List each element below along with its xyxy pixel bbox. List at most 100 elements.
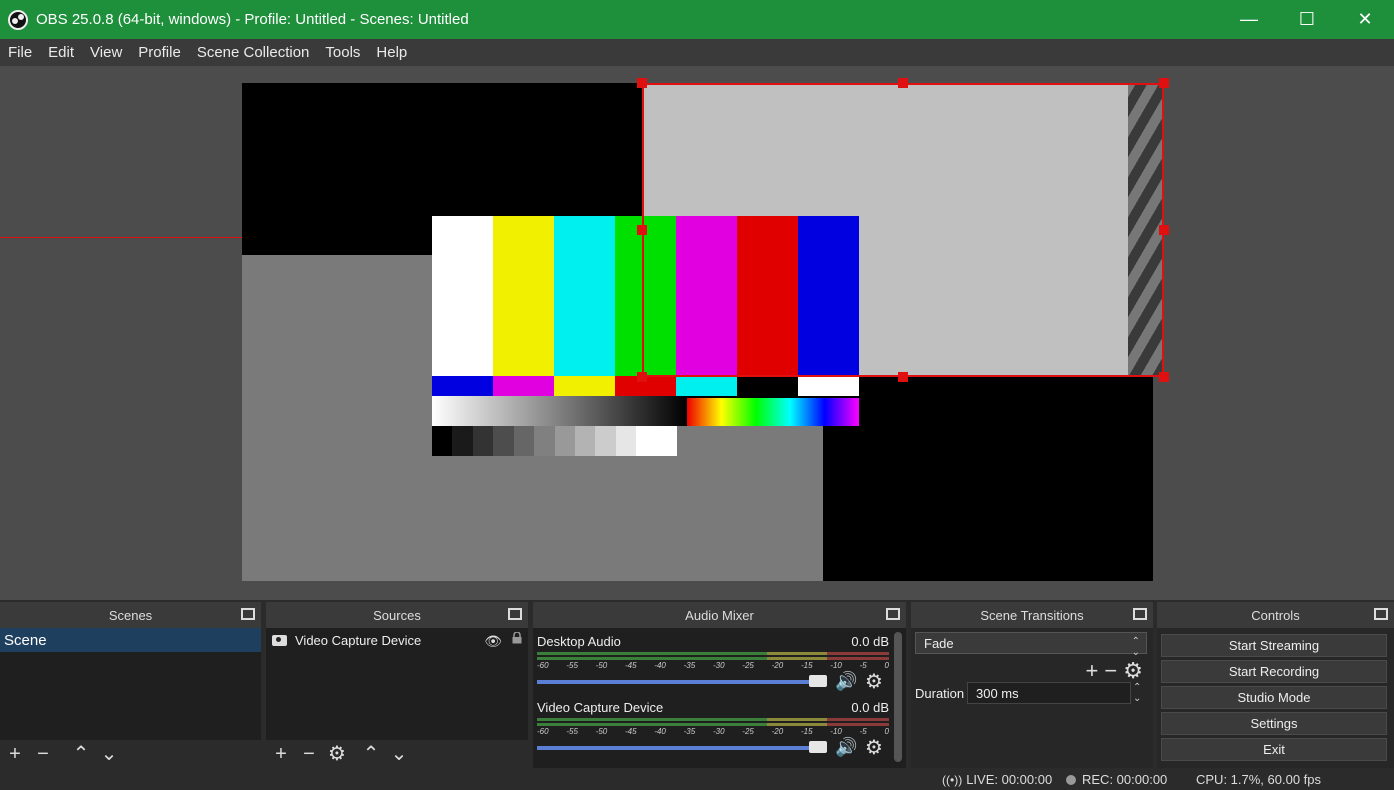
resize-handle-br[interactable] bbox=[1159, 372, 1169, 382]
scale-tick-label: -55 bbox=[566, 661, 578, 670]
scale-tick-label: -10 bbox=[830, 727, 842, 736]
scale-tick-label: -10 bbox=[830, 661, 842, 670]
resize-handle-bl[interactable] bbox=[637, 372, 647, 382]
undock-icon[interactable] bbox=[1374, 608, 1388, 620]
mixer-scrollbar[interactable] bbox=[894, 632, 902, 762]
gray-steps bbox=[432, 426, 678, 456]
scale-tick-label: -20 bbox=[771, 661, 784, 670]
menu-help[interactable]: Help bbox=[368, 44, 415, 61]
menu-tools[interactable]: Tools bbox=[317, 44, 368, 61]
add-transition-icon[interactable]: + bbox=[1086, 658, 1099, 684]
color-bar bbox=[432, 376, 493, 396]
color-bar bbox=[513, 426, 535, 456]
controls-title: Controls bbox=[1251, 607, 1300, 623]
scale-tick-label: -60 bbox=[537, 661, 549, 670]
scale-tick-label: -45 bbox=[624, 727, 637, 736]
settings-button[interactable]: Settings bbox=[1161, 712, 1387, 735]
color-bar bbox=[656, 426, 678, 456]
add-source-icon[interactable]: + bbox=[272, 744, 290, 764]
close-button[interactable]: ✕ bbox=[1336, 0, 1394, 39]
duration-field[interactable]: 300 ms bbox=[967, 682, 1131, 704]
volume-slider[interactable] bbox=[537, 680, 819, 684]
menu-scene-collection[interactable]: Scene Collection bbox=[189, 44, 318, 61]
undock-icon[interactable] bbox=[886, 608, 900, 620]
speaker-icon[interactable]: 🔊 bbox=[835, 737, 857, 758]
transition-select[interactable]: Fade ⌃ ⌄ bbox=[915, 632, 1147, 658]
capture-black-region-bottom bbox=[823, 375, 1153, 581]
resize-handle-t[interactable] bbox=[898, 78, 908, 88]
channel-db: 0.0 dB bbox=[851, 634, 889, 649]
add-scene-icon[interactable]: + bbox=[6, 744, 24, 764]
gear-icon[interactable]: ⚙ bbox=[865, 669, 883, 694]
color-bar bbox=[472, 426, 494, 456]
lock-icon[interactable] bbox=[512, 632, 522, 644]
menu-profile[interactable]: Profile bbox=[130, 44, 189, 61]
speaker-icon[interactable]: 🔊 bbox=[835, 671, 857, 692]
transitions-title: Scene Transitions bbox=[980, 607, 1084, 623]
undock-icon[interactable] bbox=[241, 608, 255, 620]
resize-handle-r[interactable] bbox=[1159, 225, 1169, 235]
transition-gear-icon[interactable]: ⚙ bbox=[1123, 658, 1143, 684]
rec-status: REC: 00:00:00 bbox=[1066, 772, 1167, 787]
resize-handle-l[interactable] bbox=[637, 225, 647, 235]
scale-tick-label: -30 bbox=[712, 661, 725, 670]
volume-slider[interactable] bbox=[537, 746, 819, 750]
scale-tick-label: -40 bbox=[654, 661, 666, 670]
menu-bar: File Edit View Profile Scene Collection … bbox=[0, 39, 1394, 66]
resize-handle-b[interactable] bbox=[898, 372, 908, 382]
volume-slider-handle[interactable] bbox=[809, 675, 827, 687]
source-selection-box[interactable] bbox=[642, 83, 1164, 377]
scale-tick-label: -40 bbox=[654, 727, 666, 736]
menu-edit[interactable]: Edit bbox=[40, 44, 82, 61]
move-up-icon[interactable]: ⌃ bbox=[362, 744, 380, 764]
docks-area: Scenes Scene + − ⌃ ⌄ Sources Video Captu… bbox=[0, 600, 1394, 768]
scale-tick-label: -30 bbox=[712, 727, 725, 736]
scale-tick-label: -50 bbox=[595, 727, 608, 736]
volume-meter bbox=[537, 718, 889, 726]
maximize-button[interactable]: ☐ bbox=[1278, 0, 1336, 39]
move-down-icon[interactable]: ⌄ bbox=[390, 744, 408, 764]
remove-scene-icon[interactable]: − bbox=[34, 744, 52, 764]
status-bar: ((•)) LIVE: 00:00:00 REC: 00:00:00 CPU: 1… bbox=[0, 768, 1394, 790]
color-bar bbox=[737, 376, 798, 396]
minimize-button[interactable]: — bbox=[1220, 0, 1278, 39]
resize-handle-tl[interactable] bbox=[637, 78, 647, 88]
gray-gradient bbox=[432, 396, 687, 426]
channel-db: 0.0 dB bbox=[851, 700, 889, 715]
scene-list-item[interactable]: Scene bbox=[0, 628, 261, 652]
undock-icon[interactable] bbox=[1133, 608, 1147, 620]
menu-view[interactable]: View bbox=[82, 44, 130, 61]
start-recording-button[interactable]: Start Recording bbox=[1161, 660, 1387, 683]
color-bar bbox=[676, 376, 737, 396]
controls-dock: Controls Start Streaming Start Recording… bbox=[1157, 602, 1394, 768]
remove-transition-icon[interactable]: − bbox=[1104, 658, 1117, 684]
undock-icon[interactable] bbox=[508, 608, 522, 620]
scale-tick-label: 0 bbox=[884, 727, 889, 736]
scale-tick-label: -50 bbox=[595, 661, 608, 670]
visibility-eye-icon[interactable]: 👁 bbox=[484, 633, 502, 650]
obs-logo-icon bbox=[8, 9, 28, 30]
studio-mode-button[interactable]: Studio Mode bbox=[1161, 686, 1387, 709]
source-list-item[interactable]: Video Capture Device 👁 bbox=[266, 628, 528, 652]
color-bar bbox=[432, 216, 493, 376]
color-bar bbox=[798, 376, 859, 396]
gear-icon[interactable]: ⚙ bbox=[865, 735, 883, 760]
resize-handle-tr[interactable] bbox=[1159, 78, 1169, 88]
source-properties-gear-icon[interactable]: ⚙ bbox=[328, 744, 346, 764]
camera-icon bbox=[272, 634, 287, 646]
scale-tick-label: -15 bbox=[800, 727, 813, 736]
color-bar bbox=[493, 216, 554, 376]
cpu-status: CPU: 1.7%, 60.00 fps bbox=[1196, 772, 1322, 787]
exit-button[interactable]: Exit bbox=[1161, 738, 1387, 761]
volume-slider-handle[interactable] bbox=[809, 741, 827, 753]
start-streaming-button[interactable]: Start Streaming bbox=[1161, 634, 1387, 657]
record-dot-icon bbox=[1066, 775, 1076, 785]
color-bar bbox=[574, 426, 596, 456]
move-down-icon[interactable]: ⌄ bbox=[100, 744, 118, 764]
remove-source-icon[interactable]: − bbox=[300, 744, 318, 764]
scene-transitions-dock: Scene Transitions Fade ⌃ ⌄ + − ⚙ Duration… bbox=[911, 602, 1153, 768]
move-up-icon[interactable]: ⌃ bbox=[72, 744, 90, 764]
duration-spinner[interactable]: ⌃ ⌄ bbox=[1133, 682, 1141, 704]
scale-tick-label: -35 bbox=[683, 661, 696, 670]
menu-file[interactable]: File bbox=[0, 44, 40, 61]
